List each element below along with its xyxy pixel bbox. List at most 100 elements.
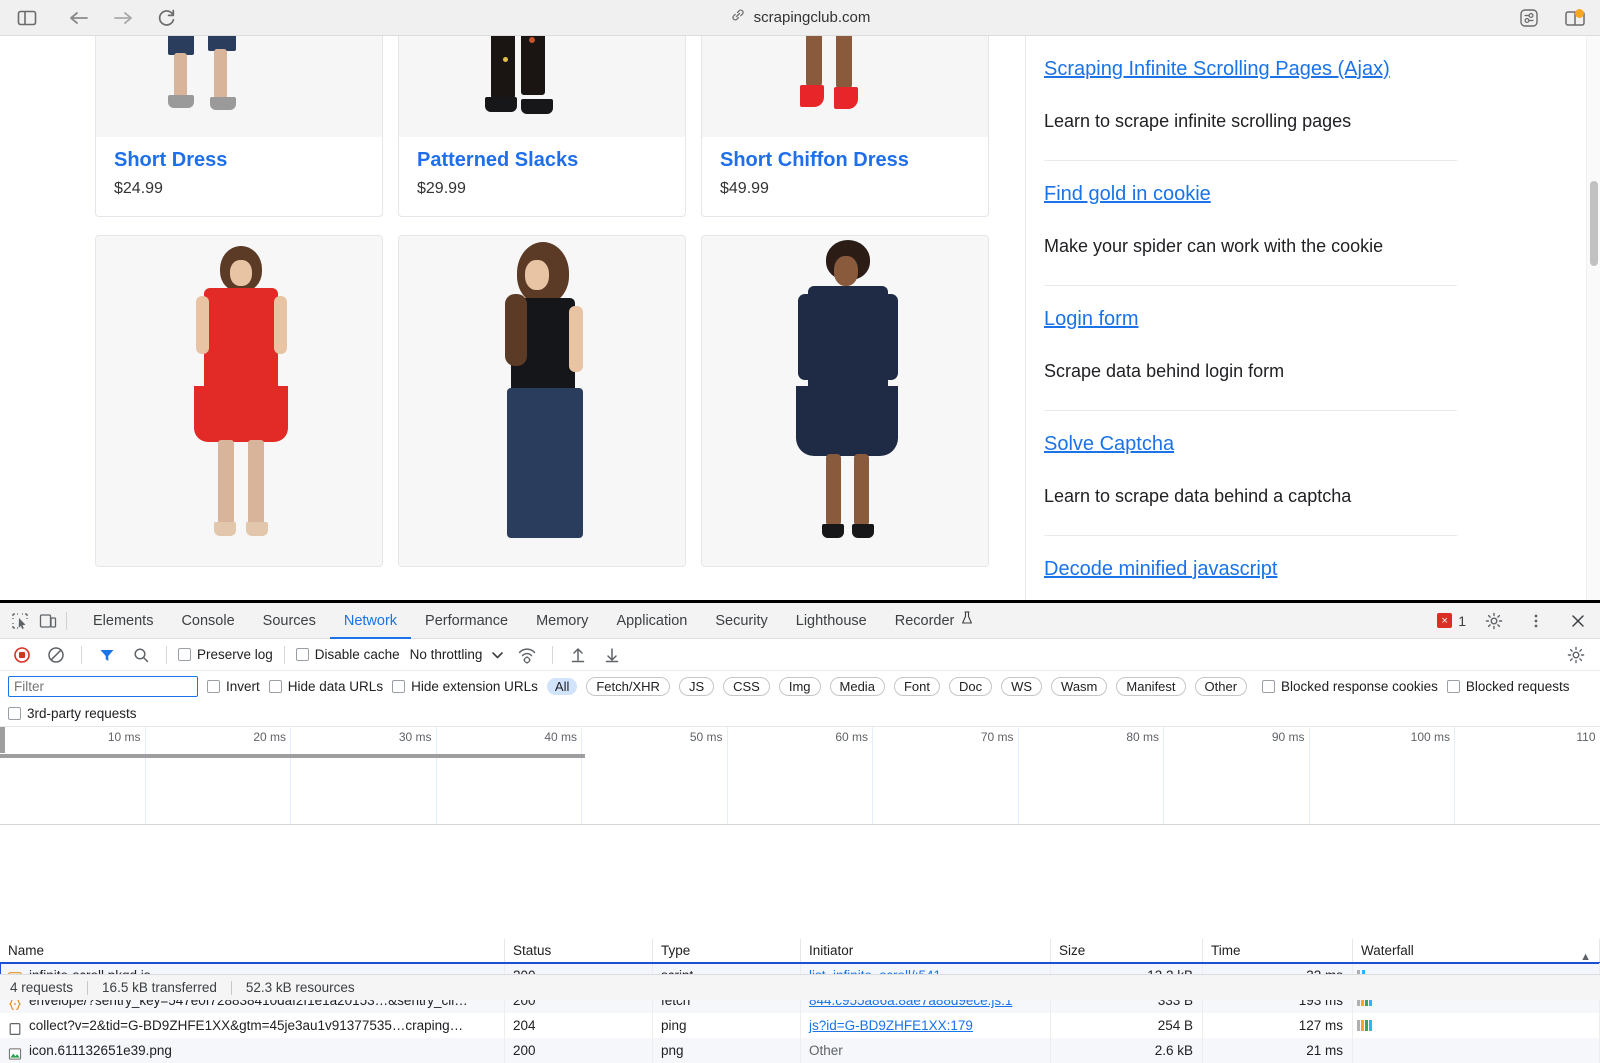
network-settings-button[interactable] [1562, 641, 1590, 669]
product-card[interactable] [95, 235, 383, 567]
filter-funnel-icon[interactable] [93, 641, 121, 669]
sidebar-panel-icon[interactable] [12, 5, 42, 31]
sliders-icon[interactable] [1514, 5, 1544, 31]
more-vertical-icon[interactable] [1522, 607, 1550, 635]
checkbox-box [8, 707, 21, 720]
timeline-left-handle[interactable] [0, 727, 5, 753]
web-page-viewport: Short Dress $24.99 [0, 36, 1600, 600]
search-icon[interactable] [127, 641, 155, 669]
tab-console[interactable]: Console [167, 603, 248, 639]
filter-type-manifest[interactable]: Manifest [1116, 677, 1185, 696]
forward-arrow-icon[interactable] [108, 5, 138, 31]
sidebar-link-title[interactable]: Find gold in cookie [1044, 183, 1211, 206]
scrollbar-thumb[interactable] [1590, 181, 1598, 266]
filter-type-js[interactable]: JS [679, 677, 714, 696]
filter-type-wasm[interactable]: Wasm [1051, 677, 1107, 696]
network-overview-timeline[interactable]: 10 ms20 ms30 ms40 ms50 ms60 ms70 ms80 ms… [0, 727, 1600, 825]
sidebar-link-title[interactable]: Decode minified javascript [1044, 558, 1277, 581]
gear-icon[interactable] [1562, 641, 1590, 669]
column-header-waterfall[interactable]: Waterfall ▲ [1353, 939, 1600, 963]
invert-label: Invert [226, 679, 260, 694]
error-badge[interactable]: × 1 [1437, 613, 1466, 629]
request-initiator[interactable]: js?id=G-BD9ZHFE1XX:179 [809, 1018, 973, 1033]
tab-network[interactable]: Network [330, 603, 411, 639]
filter-type-fetch-xhr[interactable]: Fetch/XHR [586, 677, 670, 696]
import-har-icon[interactable] [564, 641, 592, 669]
sidebar-link-title[interactable]: Solve Captcha [1044, 433, 1174, 456]
hide-data-urls-checkbox[interactable]: Hide data URLs [269, 679, 383, 694]
tab-memory[interactable]: Memory [522, 603, 602, 639]
sidebar-link-desc: Learn to scrape data behind a captcha [1044, 486, 1457, 507]
inspect-element-icon[interactable] [6, 607, 34, 635]
filter-type-css[interactable]: CSS [723, 677, 770, 696]
column-header-status[interactable]: Status [505, 939, 653, 963]
blocked-response-cookies-checkbox[interactable]: Blocked response cookies [1262, 679, 1438, 694]
filter-type-all[interactable]: All [547, 678, 577, 695]
page-scrollbar[interactable] [1586, 36, 1600, 600]
flask-icon [961, 603, 973, 639]
preserve-log-checkbox[interactable]: Preserve log [178, 647, 273, 662]
column-header-name[interactable]: Name [0, 939, 505, 963]
product-title[interactable]: Short Dress [114, 149, 364, 172]
filter-type-other[interactable]: Other [1195, 677, 1248, 696]
column-header-initiator[interactable]: Initiator [801, 939, 1051, 963]
tab-overview-icon[interactable] [1560, 5, 1590, 31]
filter-type-doc[interactable]: Doc [949, 677, 992, 696]
column-header-size[interactable]: Size [1051, 939, 1203, 963]
filter-type-ws[interactable]: WS [1001, 677, 1042, 696]
column-header-waterfall-label: Waterfall [1361, 943, 1414, 958]
product-image [96, 236, 382, 566]
table-row[interactable]: collect?v=2&tid=G-BD9ZHFE1XX&gtm=45je3au… [0, 1013, 1600, 1038]
reload-icon[interactable] [152, 5, 182, 31]
hide-extension-urls-checkbox[interactable]: Hide extension URLs [392, 679, 538, 694]
sidebar-link-desc: Learn to scrape infinite scrolling pages [1044, 111, 1457, 132]
request-status: 200 [505, 1038, 653, 1063]
tab-performance[interactable]: Performance [411, 603, 522, 639]
checkbox-box [296, 648, 309, 661]
clear-icon[interactable] [42, 641, 70, 669]
address-bar[interactable]: scrapingclub.com [0, 7, 1600, 28]
invert-checkbox[interactable]: Invert [207, 679, 260, 694]
close-icon[interactable] [1564, 607, 1592, 635]
device-toolbar-icon[interactable] [34, 607, 62, 635]
filter-type-media[interactable]: Media [830, 677, 885, 696]
network-toolbar: Preserve log Disable cache No throttling [0, 639, 1600, 671]
third-party-requests-checkbox[interactable]: 3rd-party requests [8, 706, 137, 721]
product-card[interactable] [701, 235, 989, 567]
divider [166, 646, 167, 664]
divider [81, 646, 82, 664]
column-header-type[interactable]: Type [653, 939, 801, 963]
column-header-time[interactable]: Time [1203, 939, 1353, 963]
product-card[interactable] [398, 235, 686, 567]
devtools-tab-list: Elements Console Sources Network Perform… [79, 603, 987, 639]
sidebar-link-title[interactable]: Login form [1044, 308, 1139, 331]
disable-cache-checkbox[interactable]: Disable cache [296, 647, 400, 662]
gear-icon[interactable] [1480, 607, 1508, 635]
back-arrow-icon[interactable] [64, 5, 94, 31]
product-card[interactable]: Patterned Slacks $29.99 [398, 36, 686, 217]
sidebar-link-title[interactable]: Scraping Infinite Scrolling Pages (Ajax) [1044, 58, 1390, 81]
tab-elements[interactable]: Elements [79, 603, 167, 639]
product-title[interactable]: Short Chiffon Dress [720, 149, 970, 172]
product-title[interactable]: Patterned Slacks [417, 149, 667, 172]
filter-type-font[interactable]: Font [894, 677, 940, 696]
throttling-select[interactable]: No throttling [410, 647, 504, 662]
blocked-requests-checkbox[interactable]: Blocked requests [1447, 679, 1570, 694]
tab-recorder[interactable]: Recorder [881, 603, 988, 639]
filter-input[interactable] [8, 676, 198, 697]
product-card[interactable]: Short Dress $24.99 [95, 36, 383, 217]
tab-application[interactable]: Application [602, 603, 701, 639]
checkbox-box [207, 680, 220, 693]
product-card[interactable]: Short Chiffon Dress $49.99 [701, 36, 989, 217]
filter-type-img[interactable]: Img [779, 677, 821, 696]
product-image [399, 36, 685, 137]
tab-security[interactable]: Security [701, 603, 781, 639]
export-har-icon[interactable] [598, 641, 626, 669]
blocked-response-cookies-label: Blocked response cookies [1281, 679, 1438, 694]
tab-lighthouse[interactable]: Lighthouse [782, 603, 881, 639]
product-price: $29.99 [417, 180, 667, 198]
record-stop-icon[interactable] [8, 641, 36, 669]
network-conditions-icon[interactable] [513, 641, 541, 669]
table-row[interactable]: icon.611132651e39.png 200 png Other 2.6 … [0, 1038, 1600, 1063]
tab-sources[interactable]: Sources [249, 603, 330, 639]
